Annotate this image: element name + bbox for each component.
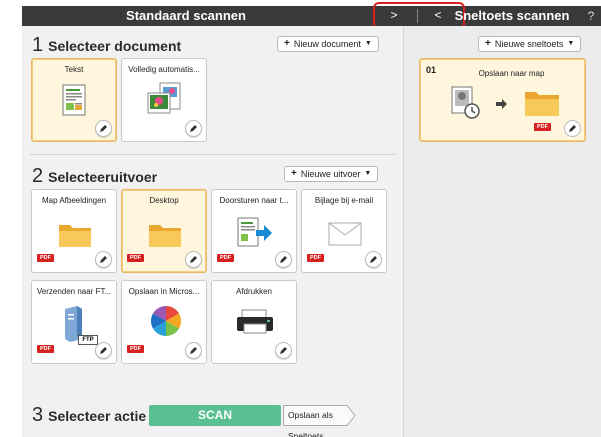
plus-icon: + — [485, 38, 491, 49]
edit-button[interactable] — [275, 251, 292, 268]
edit-button[interactable] — [185, 120, 202, 137]
nav-separator — [417, 9, 418, 23]
sharepoint-icon — [150, 306, 182, 336]
edit-button[interactable] — [564, 120, 581, 137]
new-document-label: Nieuw document — [293, 39, 361, 49]
arrow-right-icon — [496, 99, 507, 109]
scan-button[interactable]: SCAN — [149, 405, 281, 426]
document-card-text[interactable]: Tekst — [31, 58, 117, 142]
pencil-icon — [100, 256, 107, 263]
card-label: Verzenden naar FT... — [36, 287, 112, 296]
card-label: Map Afbeeldingen — [41, 196, 107, 205]
card-label: Desktop — [149, 196, 179, 205]
pdf-badge: PDF — [127, 345, 144, 353]
chevron-down-icon: ▼ — [364, 40, 372, 47]
new-output-button[interactable]: + Nieuwe uitvoer ▼ — [284, 166, 379, 182]
scan-document-icon — [451, 86, 480, 119]
new-output-label: Nieuwe uitvoer — [300, 169, 361, 179]
edit-button[interactable] — [95, 251, 112, 268]
pencil-icon — [190, 347, 197, 354]
shortcut-card[interactable]: 01 Opslaan naar map PDF — [419, 58, 586, 142]
output-card-pictures-folder[interactable]: Map Afbeeldingen PDF — [31, 189, 117, 273]
pencil-icon — [569, 125, 576, 132]
pencil-icon — [370, 256, 377, 263]
folder-icon — [149, 225, 181, 247]
card-label: Volledig automatis... — [128, 65, 200, 74]
output-card-email[interactable]: Bijlage bij e-mail PDF — [301, 189, 387, 273]
output-card-forward[interactable]: Doorsturen naar t... PDF — [211, 189, 297, 273]
text-document-icon — [62, 84, 86, 116]
pdf-badge: PDF — [307, 254, 324, 262]
prev-panel-button[interactable]: < — [424, 8, 452, 24]
edit-button[interactable] — [95, 120, 112, 137]
card-label: Afdrukken — [235, 287, 273, 296]
pdf-badge: PDF — [217, 254, 234, 262]
pdf-badge: PDF — [127, 254, 144, 262]
output-card-sharepoint[interactable]: Opslaan in Micros... PDF — [121, 280, 207, 364]
card-label: Tekst — [64, 65, 84, 74]
pencil-icon — [280, 256, 287, 263]
shortcut-title: Opslaan naar map — [478, 69, 545, 78]
plus-icon: + — [284, 38, 290, 49]
pdf-badge: PDF — [534, 123, 551, 131]
pdf-badge: PDF — [37, 345, 54, 353]
standard-scan-title: Standaard scannen — [126, 8, 246, 23]
section-1-title: Selecteer document — [48, 38, 182, 54]
output-card-print[interactable]: Afdrukken — [211, 280, 297, 364]
mail-icon — [328, 222, 362, 246]
pencil-icon — [190, 256, 197, 263]
edit-button[interactable] — [95, 342, 112, 359]
top-bar: Standaard scannen > < Sneltoets scannen … — [22, 2, 601, 30]
new-shortcut-button[interactable]: + Nieuwe sneltoets ▼ — [478, 36, 582, 52]
next-panel-button[interactable]: > — [380, 8, 408, 24]
pencil-icon — [280, 347, 287, 354]
section-1-header: 1 Selecteer document — [32, 34, 181, 56]
output-card-desktop[interactable]: Desktop PDF — [121, 189, 207, 273]
save-as-shortcut-button[interactable]: Opslaan als Sneltoets — [285, 405, 355, 437]
pdf-badge: PDF — [37, 254, 54, 262]
plus-icon: + — [291, 168, 297, 179]
pencil-icon — [100, 125, 107, 132]
section-3-header: 3 Selecteer actie — [32, 404, 146, 426]
chevron-down-icon: ▼ — [364, 170, 372, 177]
pencil-icon — [100, 347, 107, 354]
section-2-title: Selecteeruitvoer — [48, 169, 158, 185]
edit-button[interactable] — [365, 251, 382, 268]
chevron-down-icon: ▼ — [567, 40, 575, 47]
new-document-button[interactable]: + Nieuw document ▼ — [277, 36, 379, 52]
document-card-full-auto[interactable]: Volledig automatis... — [121, 58, 207, 142]
printer-icon — [237, 309, 273, 334]
folder-icon — [525, 92, 559, 116]
photo-document-icon — [147, 82, 181, 114]
section-2-header: 2 Selecteeruitvoer — [32, 165, 157, 187]
section-3-title: Selecteer actie — [48, 408, 147, 424]
shortcut-number: 01 — [426, 65, 437, 75]
new-shortcut-label: Nieuwe sneltoets — [494, 39, 564, 49]
section-1-number: 1 — [32, 34, 44, 56]
help-button[interactable]: ? — [582, 6, 600, 26]
folder-icon — [59, 225, 91, 247]
section-3-number: 3 — [32, 404, 44, 426]
section-2-number: 2 — [32, 165, 44, 187]
card-label: Opslaan in Micros... — [128, 287, 200, 296]
edit-button[interactable] — [275, 342, 292, 359]
edit-button[interactable] — [185, 342, 202, 359]
ftp-label: FTP — [78, 335, 98, 345]
card-label: Bijlage bij e-mail — [314, 196, 374, 205]
output-card-ftp[interactable]: Verzenden naar FT... FTP PDF — [31, 280, 117, 364]
card-label: Doorsturen naar t... — [219, 196, 289, 205]
section-divider — [30, 154, 396, 155]
edit-button[interactable] — [185, 251, 202, 268]
forward-icon — [237, 217, 272, 247]
shortcut-scan-title: Sneltoets scannen — [454, 8, 570, 23]
pencil-icon — [190, 125, 197, 132]
